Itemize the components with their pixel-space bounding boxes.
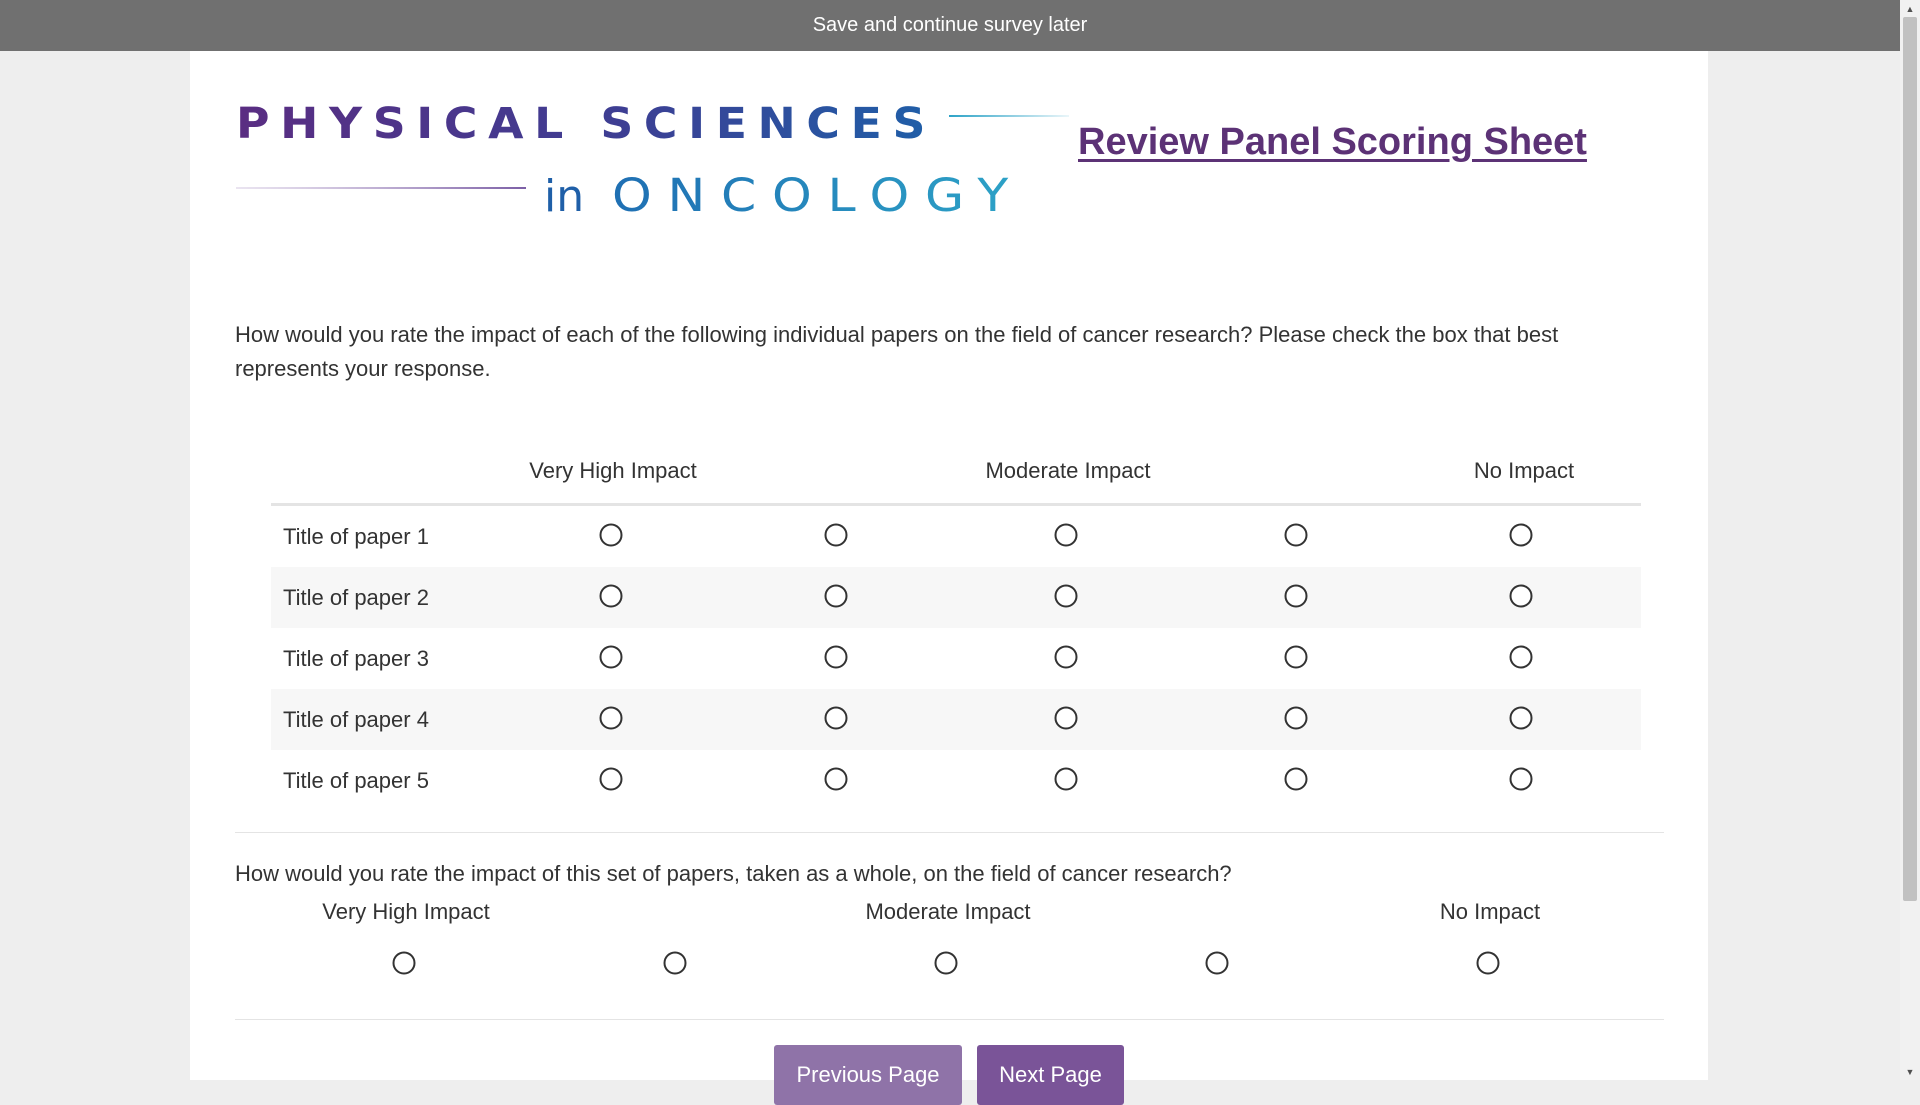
radio-paper4-option5[interactable] bbox=[1509, 706, 1533, 730]
physical-sciences-oncology-logo: PHYSICAL SCIENCES in ONCOLOGY bbox=[236, 99, 1069, 222]
radio-paper3-option2[interactable] bbox=[824, 645, 848, 669]
vertical-scrollbar[interactable]: ▲ ▼ bbox=[1900, 0, 1920, 1080]
radio-paper1-option3[interactable] bbox=[1054, 523, 1078, 547]
row-label: Title of paper 1 bbox=[283, 524, 429, 549]
radio-paper3-option4[interactable] bbox=[1284, 645, 1308, 669]
radio-paper1-option2[interactable] bbox=[824, 523, 848, 547]
radio-paper5-option2[interactable] bbox=[824, 767, 848, 791]
paper-impact-matrix: Very High Impact Moderate Impact No Impa… bbox=[271, 446, 1641, 811]
radio-paper2-option4[interactable] bbox=[1284, 584, 1308, 608]
divider bbox=[235, 832, 1664, 833]
divider bbox=[235, 1019, 1664, 1020]
logo-line2-main: ONCOLOGY bbox=[612, 169, 1024, 222]
survey-page: PHYSICAL SCIENCES in ONCOLOGY Review Pan… bbox=[190, 51, 1708, 1105]
scale-label-none: No Impact bbox=[1439, 899, 1541, 924]
radio-paper4-option4[interactable] bbox=[1284, 706, 1308, 730]
radio-paper2-option5[interactable] bbox=[1509, 584, 1533, 608]
matrix-row-paper-4: Title of paper 4 bbox=[271, 689, 1641, 750]
save-continue-link[interactable]: Save and continue survey later bbox=[813, 14, 1088, 37]
next-page-button[interactable]: Next Page bbox=[977, 1045, 1124, 1105]
row-label: Title of paper 3 bbox=[283, 646, 429, 671]
radio-paper3-option1[interactable] bbox=[599, 645, 623, 669]
radio-paper1-option5[interactable] bbox=[1509, 523, 1533, 547]
radio-paper3-option3[interactable] bbox=[1054, 645, 1078, 669]
radio-paper2-option1[interactable] bbox=[599, 584, 623, 608]
radio-paper1-option4[interactable] bbox=[1284, 523, 1308, 547]
scale-label-very-high: Very High Impact bbox=[322, 899, 490, 924]
radio-paper4-option1[interactable] bbox=[599, 706, 623, 730]
radio-paper5-option4[interactable] bbox=[1284, 767, 1308, 791]
scrollbar-thumb[interactable] bbox=[1903, 17, 1917, 901]
radio-paper4-option3[interactable] bbox=[1054, 706, 1078, 730]
row-label: Title of paper 5 bbox=[283, 768, 429, 793]
radio-paper1-option1[interactable] bbox=[599, 523, 623, 547]
matrix-row-paper-1: Title of paper 1 bbox=[271, 506, 1641, 567]
radio-paper2-option2[interactable] bbox=[824, 584, 848, 608]
radio-overall-option3[interactable] bbox=[934, 951, 958, 975]
radio-overall-option5[interactable] bbox=[1476, 951, 1500, 975]
radio-paper5-option5[interactable] bbox=[1509, 767, 1533, 791]
row-label: Title of paper 2 bbox=[283, 585, 429, 610]
scroll-up-arrow-icon[interactable]: ▲ bbox=[1900, 0, 1920, 17]
matrix-row-paper-5: Title of paper 5 bbox=[271, 750, 1641, 811]
radio-paper3-option5[interactable] bbox=[1509, 645, 1533, 669]
matrix-row-paper-3: Title of paper 3 bbox=[271, 628, 1641, 689]
scroll-down-arrow-icon[interactable]: ▼ bbox=[1900, 1063, 1920, 1080]
logo-line1: PHYSICAL SCIENCES bbox=[236, 99, 936, 149]
question1-text: How would you rate the impact of each of… bbox=[235, 322, 1559, 381]
logo-line2-prefix: in bbox=[544, 171, 584, 222]
overall-impact-scale: Very High Impact Moderate Impact No Impa… bbox=[190, 893, 1708, 983]
radio-overall-option4[interactable] bbox=[1205, 951, 1229, 975]
scale-label-moderate: Moderate Impact bbox=[985, 458, 1151, 483]
radio-paper4-option2[interactable] bbox=[824, 706, 848, 730]
radio-overall-option2[interactable] bbox=[663, 951, 687, 975]
radio-paper2-option3[interactable] bbox=[1054, 584, 1078, 608]
radio-overall-option1[interactable] bbox=[392, 951, 416, 975]
matrix-row-paper-2: Title of paper 2 bbox=[271, 567, 1641, 628]
scale-label-very-high: Very High Impact bbox=[529, 458, 697, 483]
save-continue-bar: Save and continue survey later bbox=[0, 0, 1900, 51]
radio-paper5-option3[interactable] bbox=[1054, 767, 1078, 791]
question2-text: How would you rate the impact of this se… bbox=[235, 861, 1232, 886]
row-label: Title of paper 4 bbox=[283, 707, 429, 732]
scale-label-none: No Impact bbox=[1473, 458, 1575, 483]
page-title: Review Panel Scoring Sheet bbox=[1078, 121, 1587, 163]
matrix-header: Very High Impact Moderate Impact No Impa… bbox=[271, 446, 1641, 506]
radio-paper5-option1[interactable] bbox=[599, 767, 623, 791]
scale-label-moderate: Moderate Impact bbox=[865, 899, 1031, 924]
previous-page-button[interactable]: Previous Page bbox=[774, 1045, 962, 1105]
